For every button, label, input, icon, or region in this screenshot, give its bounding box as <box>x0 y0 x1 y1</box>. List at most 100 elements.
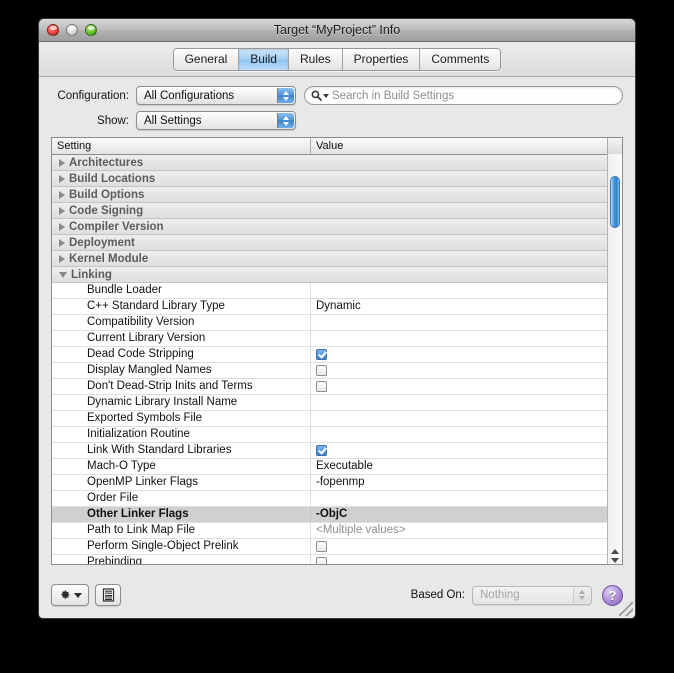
table-row[interactable]: Other Linker Flags -ObjC <box>52 507 622 523</box>
triangle-right-icon[interactable] <box>59 190 65 199</box>
triangle-right-icon[interactable] <box>59 222 65 231</box>
table-row[interactable]: Mach-O Type Executable <box>52 459 622 475</box>
table-row[interactable]: OpenMP Linker Flags -fopenmp <box>52 475 622 491</box>
table-group-row[interactable]: Build Locations <box>52 171 622 187</box>
table-row[interactable]: Perform Single-Object Prelink <box>52 539 622 555</box>
table-group-row[interactable]: Code Signing <box>52 203 622 219</box>
setting-value[interactable] <box>311 365 622 376</box>
table-row[interactable]: Initialization Routine <box>52 427 622 443</box>
group-name: Compiler Version <box>69 220 164 233</box>
column-header-value[interactable]: Value <box>311 138 607 154</box>
group-label: Linking <box>52 269 112 281</box>
table-header: Setting Value <box>52 138 622 155</box>
group-label: Deployment <box>52 237 135 249</box>
table-row[interactable]: Dead Code Stripping <box>52 347 622 363</box>
tab-build[interactable]: Build <box>239 48 289 70</box>
show-settings-list-button[interactable] <box>95 584 121 606</box>
setting-value[interactable] <box>311 557 622 564</box>
value-text: Dynamic <box>316 300 361 312</box>
setting-value[interactable] <box>311 445 622 456</box>
scrollbar-arrows[interactable] <box>608 549 622 563</box>
table-row[interactable]: Order File <box>52 491 622 507</box>
setting-name: Path to Link Map File <box>52 523 311 538</box>
vertical-scrollbar[interactable] <box>607 154 622 564</box>
table-row[interactable]: Bundle Loader <box>52 283 622 299</box>
table-group-row[interactable]: Kernel Module <box>52 251 622 267</box>
setting-name: Dead Code Stripping <box>52 347 311 362</box>
chevron-updown-icon[interactable] <box>277 113 294 128</box>
triangle-right-icon[interactable] <box>59 174 65 183</box>
setting-value[interactable]: -ObjC <box>311 507 622 522</box>
scroll-down-icon[interactable] <box>611 558 619 563</box>
configuration-row: Configuration: All Configurations Search… <box>51 86 623 105</box>
search-placeholder: Search in Build Settings <box>332 89 455 102</box>
tab-bar: General Build Rules Properties Comments <box>39 42 635 77</box>
table-row[interactable]: Current Library Version <box>52 331 622 347</box>
minimize-button[interactable] <box>66 24 78 36</box>
tab-properties[interactable]: Properties <box>342 48 421 70</box>
tab-general[interactable]: General <box>173 48 240 70</box>
table-row[interactable]: Dynamic Library Install Name <box>52 395 622 411</box>
tab-rules[interactable]: Rules <box>288 48 343 70</box>
group-label: Compiler Version <box>52 221 164 233</box>
group-label: Code Signing <box>52 205 143 217</box>
table-row[interactable]: Compatibility Version <box>52 315 622 331</box>
triangle-down-icon[interactable] <box>59 271 67 278</box>
tab-comments[interactable]: Comments <box>420 48 501 70</box>
close-button[interactable] <box>47 24 59 36</box>
chevron-updown-icon[interactable] <box>573 587 590 603</box>
setting-name: Dynamic Library Install Name <box>52 395 311 410</box>
setting-name: Mach-O Type <box>52 459 311 474</box>
checkbox[interactable] <box>316 557 327 564</box>
table-group-row[interactable]: Build Options <box>52 187 622 203</box>
table-row[interactable]: Link With Standard Libraries <box>52 443 622 459</box>
setting-value[interactable] <box>311 349 622 360</box>
zoom-button[interactable] <box>85 24 97 36</box>
checkbox[interactable] <box>316 365 327 376</box>
table-group-row[interactable]: Compiler Version <box>52 219 622 235</box>
table-group-row[interactable]: Architectures <box>52 155 622 171</box>
configuration-dropdown[interactable]: All Configurations <box>136 86 296 105</box>
value-text: -fopenmp <box>316 476 365 488</box>
chevron-updown-icon[interactable] <box>277 88 294 103</box>
triangle-right-icon[interactable] <box>59 238 65 247</box>
setting-value[interactable]: Dynamic <box>311 299 622 314</box>
setting-value[interactable]: <Multiple values> <box>311 523 622 538</box>
based-on-dropdown[interactable]: Nothing <box>472 585 592 605</box>
triangle-right-icon[interactable] <box>59 206 65 215</box>
action-gear-button[interactable] <box>51 584 89 606</box>
table-row[interactable]: Prebinding <box>52 555 622 564</box>
setting-name: Link With Standard Libraries <box>52 443 311 458</box>
setting-value[interactable] <box>311 381 622 392</box>
table-row[interactable]: Don't Dead-Strip Inits and Terms <box>52 379 622 395</box>
table-group-row[interactable]: Linking <box>52 267 622 283</box>
resize-grip[interactable] <box>619 602 633 616</box>
group-name: Kernel Module <box>69 252 149 265</box>
checkbox[interactable] <box>316 349 327 360</box>
setting-value[interactable]: Executable <box>311 459 622 474</box>
column-header-setting[interactable]: Setting <box>52 138 311 154</box>
show-row: Show: All Settings <box>51 111 623 130</box>
configuration-label: Configuration: <box>57 89 129 102</box>
group-name: Architectures <box>69 156 144 169</box>
table-row[interactable]: C++ Standard Library Type Dynamic <box>52 299 622 315</box>
scrollbar-thumb[interactable] <box>610 176 620 228</box>
checkbox[interactable] <box>316 381 327 392</box>
value-text: -ObjC <box>316 508 348 520</box>
configuration-value: All Configurations <box>144 89 235 102</box>
table-row[interactable]: Path to Link Map File <Multiple values> <box>52 523 622 539</box>
triangle-right-icon[interactable] <box>59 158 65 167</box>
table-group-row[interactable]: Deployment <box>52 235 622 251</box>
table-row[interactable]: Display Mangled Names <box>52 363 622 379</box>
table-row[interactable]: Exported Symbols File <box>52 411 622 427</box>
setting-value[interactable]: -fopenmp <box>311 475 622 490</box>
scroll-up-icon[interactable] <box>611 549 619 554</box>
setting-name: Display Mangled Names <box>52 363 311 378</box>
triangle-right-icon[interactable] <box>59 254 65 263</box>
setting-name: Initialization Routine <box>52 427 311 442</box>
checkbox[interactable] <box>316 541 327 552</box>
checkbox[interactable] <box>316 445 327 456</box>
show-dropdown[interactable]: All Settings <box>136 111 296 130</box>
setting-value[interactable] <box>311 541 622 552</box>
search-input[interactable]: Search in Build Settings <box>304 86 623 105</box>
